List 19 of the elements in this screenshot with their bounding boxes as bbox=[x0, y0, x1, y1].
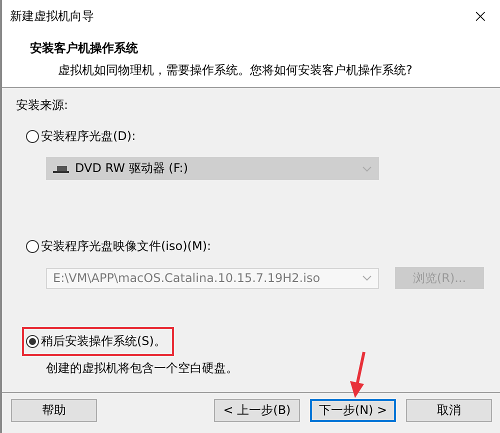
caret-icon bbox=[362, 275, 372, 281]
dialog-button[interactable]: 取消 bbox=[406, 398, 492, 422]
dialog-button[interactable]: 下一步(N) > bbox=[310, 398, 396, 422]
option-description: 创建的虚拟机将包含一个空白硬盘。 bbox=[45, 360, 239, 377]
header-subtitle: 虚拟机如同物理机，需要操作系统。您将如何安装客户机操作系统? bbox=[57, 62, 414, 79]
disc-drive-icon bbox=[53, 164, 69, 174]
window-title: 新建虚拟机向导 bbox=[10, 8, 94, 24]
option-label[interactable]: 安装程序光盘映像文件(iso)(M): bbox=[41, 238, 212, 255]
option-label[interactable]: 稍后安装操作系统(S)。 bbox=[41, 333, 166, 350]
dialog-button[interactable]: 帮助 bbox=[11, 398, 97, 422]
dialog-button[interactable]: < 上一步(B) bbox=[214, 398, 300, 422]
close-button[interactable]: × bbox=[472, 6, 492, 26]
source-label: 安装来源: bbox=[16, 97, 70, 114]
radio-button[interactable] bbox=[26, 335, 39, 348]
radio-button[interactable] bbox=[26, 240, 39, 253]
caret-icon bbox=[362, 166, 372, 172]
radio-button[interactable] bbox=[26, 130, 39, 143]
option-label[interactable]: 安装程序光盘(D): bbox=[41, 128, 136, 145]
header-title: 安装客户机操作系统 bbox=[30, 40, 139, 57]
